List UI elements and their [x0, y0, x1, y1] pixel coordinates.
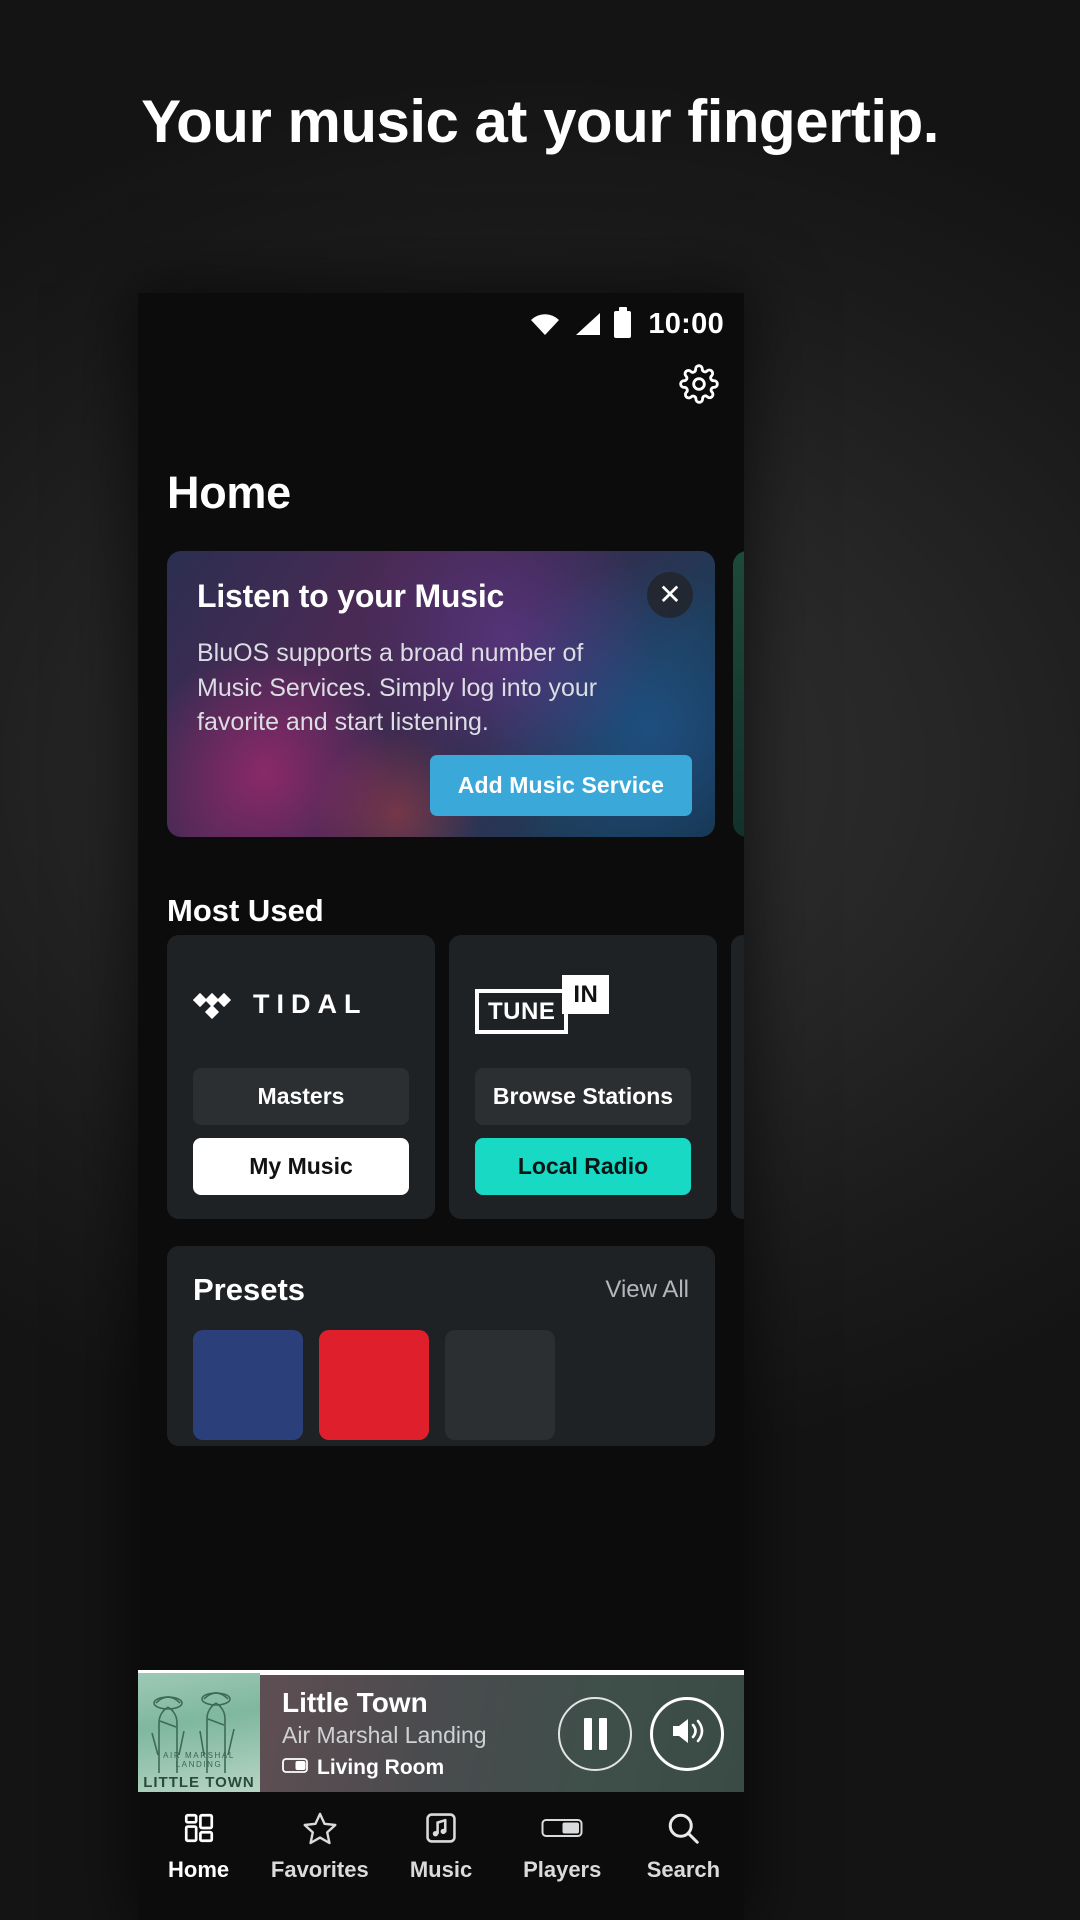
nav-item-favorites[interactable]: Favorites [259, 1808, 380, 1883]
now-playing-artist: Air Marshal Landing [282, 1722, 487, 1748]
players-icon [541, 1808, 583, 1848]
player-icon [282, 1758, 308, 1778]
promo-page: Your music at your fingertip. 10:00 Home… [0, 0, 1080, 1920]
pause-icon [583, 1717, 607, 1750]
page-title: Home [167, 467, 291, 518]
cellular-signal-icon [573, 312, 601, 336]
nav-label-home: Home [168, 1857, 230, 1882]
tunein-logo-icon: TUNE IN [475, 961, 691, 1047]
service-card-tunein[interactable]: TUNE IN Browse Stations Local Radio [449, 935, 717, 1219]
service-card-next[interactable] [731, 935, 744, 1219]
now-playing-meta[interactable]: Little Town Air Marshal Landing Living R… [260, 1687, 558, 1780]
volume-button[interactable] [650, 1696, 724, 1771]
nav-item-players[interactable]: Players [502, 1808, 623, 1883]
now-playing-title: Little Town [282, 1687, 428, 1718]
phone-screenshot: 10:00 Home Listen to your Music BluOS su… [138, 293, 744, 1920]
tunein-local-radio-button[interactable]: Local Radio [475, 1138, 691, 1195]
gear-icon [679, 363, 719, 409]
nav-item-music[interactable]: Music [380, 1808, 501, 1883]
settings-button[interactable] [676, 363, 722, 409]
presets-title: Presets [193, 1272, 306, 1307]
home-grid-icon [182, 1808, 216, 1848]
promo-card[interactable]: Listen to your Music BluOS supports a br… [167, 551, 715, 837]
most-used-heading: Most Used [167, 893, 324, 928]
preset-tile[interactable] [319, 1330, 429, 1440]
bottom-navigation: Home Favorites Music Players Search [138, 1792, 744, 1920]
close-icon[interactable]: ✕ [647, 572, 693, 618]
artwork-caption: LITTLE TOWN [143, 1773, 255, 1791]
tunein-wordmark-in: IN [562, 974, 610, 1014]
artwork-subcaption: AIR MARSHAL LANDING [163, 1750, 235, 1769]
nav-item-search[interactable]: Search [623, 1808, 744, 1883]
search-icon [665, 1808, 701, 1848]
promo-body: BluOS supports a broad number of Music S… [197, 639, 598, 736]
status-bar: 10:00 [138, 293, 744, 355]
promo-title: Listen to your Music [197, 578, 505, 614]
presets-card: Presets View All [167, 1246, 715, 1446]
add-music-service-button[interactable]: Add Music Service [429, 755, 692, 816]
preset-tile[interactable] [193, 1330, 303, 1440]
now-playing-room: Living Room [317, 1756, 445, 1779]
tidal-wordmark: TIDAL [253, 988, 368, 1019]
status-bar-clock: 10:00 [648, 307, 724, 340]
pause-button[interactable] [558, 1696, 632, 1771]
tidal-logo-icon: TIDAL [193, 961, 409, 1047]
playback-controls [558, 1696, 744, 1771]
battery-icon [614, 306, 632, 338]
nav-label-players: Players [523, 1857, 602, 1882]
wifi-icon [530, 313, 560, 335]
volume-icon [669, 1715, 705, 1752]
tunein-wordmark-tune: TUNE [475, 988, 569, 1034]
tunein-browse-stations-button[interactable]: Browse Stations [475, 1068, 691, 1125]
presets-view-all-link[interactable]: View All [605, 1276, 689, 1304]
preset-tile[interactable] [445, 1330, 555, 1440]
presets-tile-row [193, 1330, 689, 1440]
nav-label-favorites: Favorites [270, 1857, 369, 1882]
music-note-icon [424, 1808, 458, 1848]
tidal-masters-button[interactable]: Masters [193, 1068, 409, 1125]
nav-label-search: Search [646, 1857, 721, 1882]
now-playing-bar[interactable]: AIR MARSHAL LANDING LITTLE TOWN Little T… [138, 1670, 744, 1795]
most-used-carousel: TIDAL Masters My Music TUNE IN Browse St… [138, 935, 744, 1219]
app-header [138, 355, 744, 433]
album-artwork[interactable]: AIR MARSHAL LANDING LITTLE TOWN [138, 1672, 260, 1795]
page-headline: Your music at your fingertip. [141, 88, 939, 155]
nav-item-home[interactable]: Home [138, 1808, 259, 1883]
star-icon [301, 1808, 339, 1848]
nav-label-music: Music [409, 1857, 473, 1882]
promo-card-next[interactable] [733, 551, 744, 837]
promo-carousel: Listen to your Music BluOS supports a br… [138, 551, 744, 837]
service-card-tidal[interactable]: TIDAL Masters My Music [167, 935, 435, 1219]
tidal-my-music-button[interactable]: My Music [193, 1138, 409, 1195]
